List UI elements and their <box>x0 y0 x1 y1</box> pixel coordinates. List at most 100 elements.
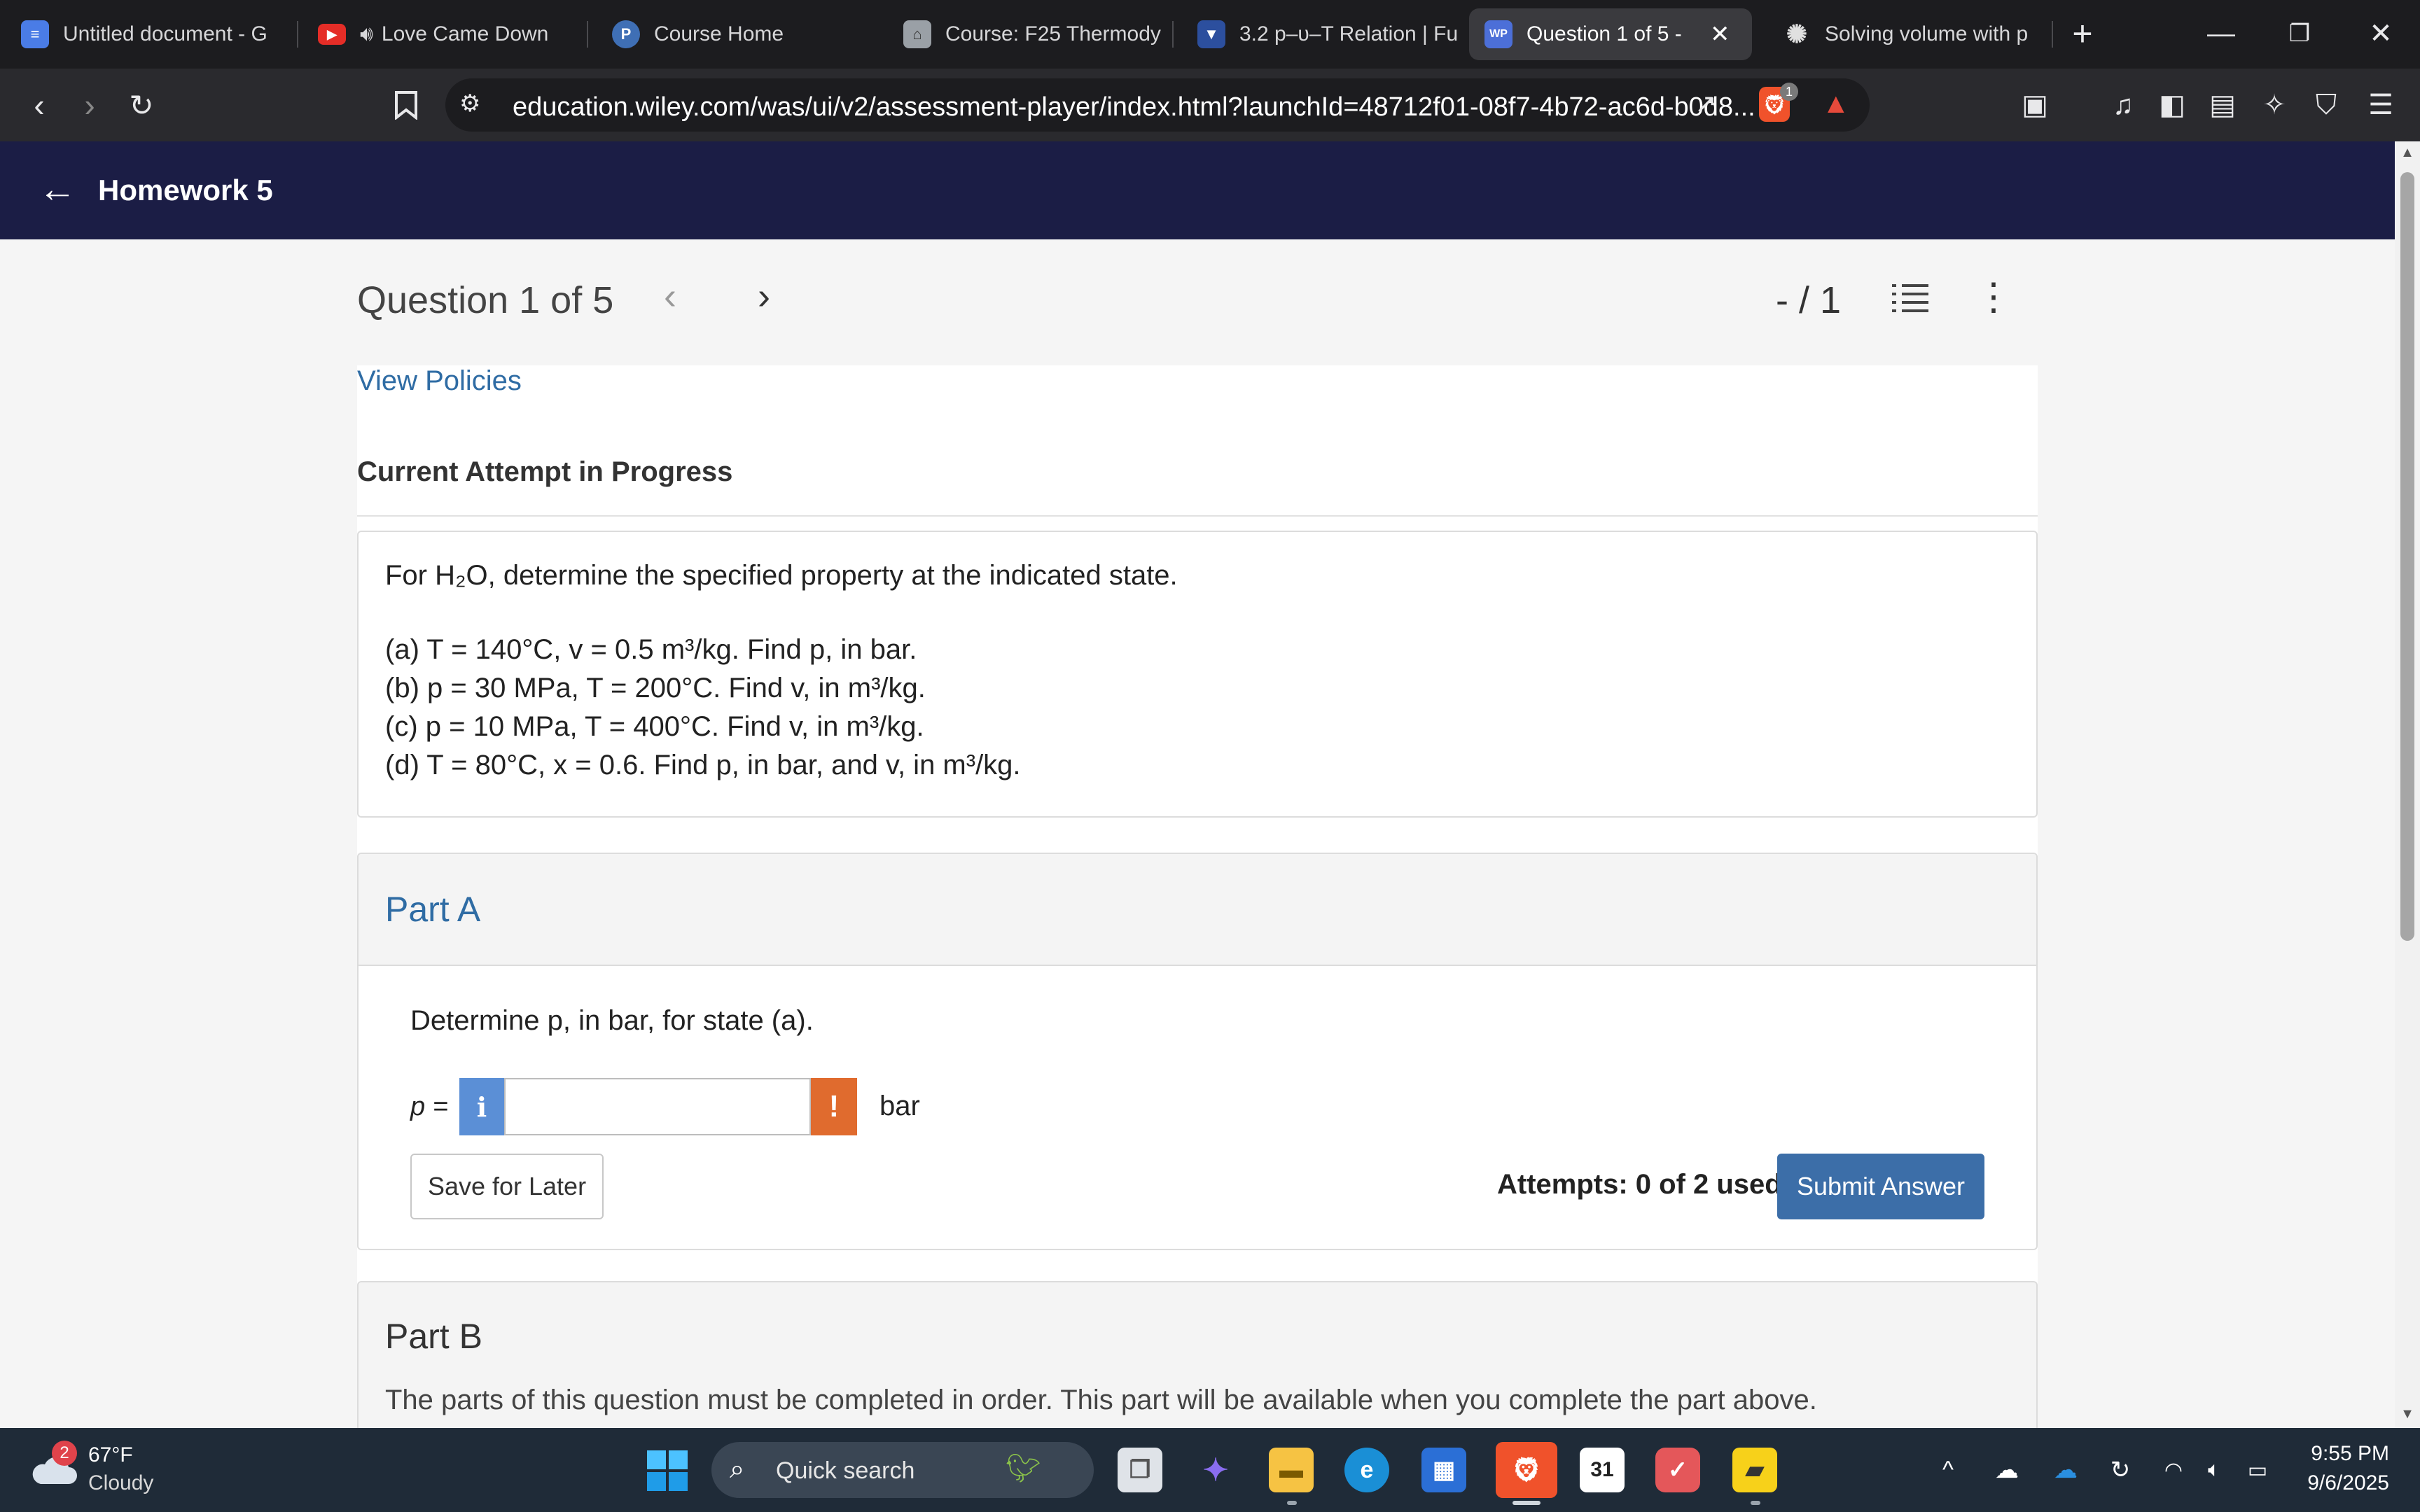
weather-condition[interactable]: Cloudy <box>88 1471 153 1495</box>
minimize-icon[interactable]: — <box>2200 13 2242 55</box>
sticky-notes-icon[interactable]: ▰ <box>1732 1448 1777 1492</box>
tab-course-thermody[interactable]: ⌂ Course: F25 Thermody <box>888 8 1168 60</box>
part-a-prompt: Determine p, in bar, for state (a). <box>410 1005 814 1036</box>
scroll-thumb[interactable] <box>2400 172 2414 941</box>
store-icon[interactable]: ▦ <box>1421 1448 1466 1492</box>
onedrive-blue-icon[interactable]: ☁ <box>2049 1453 2082 1487</box>
part-b-note: The parts of this question must be compl… <box>385 1385 1817 1415</box>
search-placeholder: Quick search <box>776 1457 915 1484</box>
state-a: (a) T = 140°C, v = 0.5 m³/kg. Find p, in… <box>385 634 917 665</box>
scroll-up-icon[interactable]: ▲ <box>2400 146 2414 160</box>
tab-separator <box>587 21 588 48</box>
bookmark-icon: ▼ <box>1197 20 1225 48</box>
clock-time[interactable]: 9:55 PM <box>2304 1442 2389 1466</box>
sync-icon[interactable]: ↻ <box>2103 1453 2137 1487</box>
onedrive-white-icon[interactable]: ☁ <box>1990 1453 2024 1487</box>
attempt-heading: Current Attempt in Progress <box>357 456 733 487</box>
address-bar[interactable]: ⚙ education.wiley.com/was/ui/v2/assessme… <box>445 78 1870 132</box>
calendar-icon[interactable]: 31 <box>1580 1448 1625 1492</box>
vpn-icon[interactable]: ⛉ <box>2305 84 2347 126</box>
site-settings-icon[interactable]: ⚙ <box>459 90 480 118</box>
previous-question-icon[interactable]: ‹ <box>664 274 676 318</box>
scroll-down-icon[interactable]: ▼ <box>2400 1407 2414 1421</box>
attempts-counter: Attempts: 0 of 2 used <box>1497 1169 1782 1200</box>
wifi-icon[interactable]: ◠ <box>2157 1453 2190 1487</box>
chevron-up-icon[interactable]: ^ <box>1931 1453 1965 1487</box>
clock-date[interactable]: 9/6/2025 <box>2290 1471 2389 1495</box>
assignment-title[interactable]: Homework 5 <box>98 174 273 207</box>
main-content: Question 1 of 5 ‹ › - / 1 ⋮ View Policie… <box>0 239 2395 1428</box>
new-tab-icon[interactable]: + <box>2061 13 2103 55</box>
brave-browser-icon[interactable]: 🦁︎ <box>1496 1442 1557 1498</box>
forward-icon[interactable]: › <box>69 84 111 126</box>
youtube-icon: ▶ <box>318 24 346 45</box>
view-policies-link[interactable]: View Policies <box>357 365 522 397</box>
running-indicator <box>1287 1501 1297 1505</box>
task-view-icon[interactable]: ❐ <box>1118 1448 1162 1492</box>
tab-untitled-document[interactable]: ≡ Untitled document - G <box>6 8 293 60</box>
battery-icon[interactable]: ▭ <box>2241 1453 2274 1487</box>
tab-label: Solving volume with p <box>1825 22 2029 46</box>
share-icon[interactable]: ↗ <box>1695 88 1717 120</box>
tab-question-1-of-5[interactable]: WP Question 1 of 5 - ✕ <box>1469 8 1752 60</box>
more-options-icon[interactable]: ⋮ <box>1975 274 2012 318</box>
tab-pvt-relation[interactable]: ▼ 3.2 p–υ–T Relation | Fu <box>1182 8 1462 60</box>
music-icon[interactable]: ♫ <box>2102 84 2144 126</box>
weather-temperature[interactable]: 67°F <box>88 1443 133 1467</box>
tab-solving-volume[interactable]: ✺ Solving volume with p <box>1767 8 2047 60</box>
browser-tab-bar: ≡ Untitled document - G ▶ 🔊︎ Love Came D… <box>0 0 2420 69</box>
tab-separator <box>2052 21 2053 48</box>
back-icon[interactable]: ‹ <box>18 84 60 126</box>
tab-label: Course: F25 Thermody <box>945 22 1161 46</box>
state-d: (d) T = 80°C, x = 0.6. Find p, in bar, a… <box>385 750 1021 780</box>
reload-icon[interactable]: ↻ <box>120 84 162 126</box>
tab-separator <box>297 21 298 48</box>
windows-start-icon[interactable] <box>646 1449 689 1492</box>
problem-intro: For H₂O, determine the specified propert… <box>385 560 1178 591</box>
taskbar-search[interactable]: ⌕ Quick search 🐦︎ <box>711 1442 1094 1498</box>
edge-icon[interactable]: e <box>1344 1448 1389 1492</box>
tab-label: 3.2 p–υ–T Relation | Fu <box>1239 22 1459 46</box>
variable-label: p = <box>410 1092 448 1121</box>
todo-icon[interactable]: ✓ <box>1655 1448 1700 1492</box>
question-title: Question 1 of 5 <box>357 279 614 321</box>
divider <box>357 515 2038 517</box>
warning-icon[interactable]: ! <box>811 1078 857 1135</box>
part-a-panel: Part A Determine p, in bar, for state (a… <box>357 853 2038 1250</box>
copilot-icon[interactable]: ✦ <box>1193 1448 1238 1492</box>
reader-mode-icon[interactable]: ▣ <box>2014 84 2056 126</box>
question-header: Question 1 of 5 ‹ › - / 1 ⋮ <box>357 239 2038 365</box>
tab-label: Love Came Down <box>381 22 549 46</box>
active-indicator <box>1512 1501 1541 1505</box>
back-arrow-icon[interactable]: ← <box>36 168 78 210</box>
page-scrollbar[interactable]: ▲ ▼ <box>2395 141 2420 1428</box>
submit-answer-button[interactable]: Submit Answer <box>1777 1154 1984 1219</box>
save-for-later-button[interactable]: Save for Later <box>410 1154 604 1219</box>
menu-icon[interactable]: ☰ <box>2360 84 2402 126</box>
file-explorer-icon[interactable]: ▬ <box>1269 1448 1314 1492</box>
volume-icon[interactable]: 🔈︎ <box>2197 1453 2231 1487</box>
next-question-icon[interactable]: › <box>758 274 770 318</box>
tab-course-home[interactable]: P Course Home <box>597 8 885 60</box>
tab-love-came-down[interactable]: ▶ 🔊︎ Love Came Down <box>302 8 583 60</box>
leo-ai-icon[interactable]: ✧ <box>2253 84 2295 126</box>
unit-label: bar <box>879 1091 920 1121</box>
answer-input[interactable] <box>504 1078 811 1135</box>
close-window-icon[interactable]: ✕ <box>2360 13 2402 55</box>
browser-toolbar: ‹ › ↻ ⚙ education.wiley.com/was/ui/v2/as… <box>0 69 2420 141</box>
answer-row: p = i ! bar <box>410 1078 1111 1135</box>
info-icon[interactable]: i <box>459 1078 504 1135</box>
tab-close-icon[interactable]: ✕ <box>1710 20 1730 48</box>
state-b: (b) p = 30 MPa, T = 200°C. Find v, in m³… <box>385 673 926 704</box>
url-text[interactable]: education.wiley.com/was/ui/v2/assessment… <box>513 92 1755 122</box>
restore-icon[interactable]: ❐ <box>2279 13 2321 55</box>
part-a-header: Part A <box>359 854 2036 966</box>
problem-statement: For H₂O, determine the specified propert… <box>357 531 2038 818</box>
bookmark-page-icon[interactable] <box>385 84 427 126</box>
tab-label: Course Home <box>654 22 784 46</box>
part-b-title: Part B <box>385 1317 482 1356</box>
sidebar-icon[interactable]: ◧ <box>2151 84 2193 126</box>
question-list-icon[interactable] <box>1891 281 1933 316</box>
brave-rewards-icon[interactable]: ▲ <box>1822 88 1850 120</box>
wallet-icon[interactable]: ▤ <box>2202 84 2244 126</box>
